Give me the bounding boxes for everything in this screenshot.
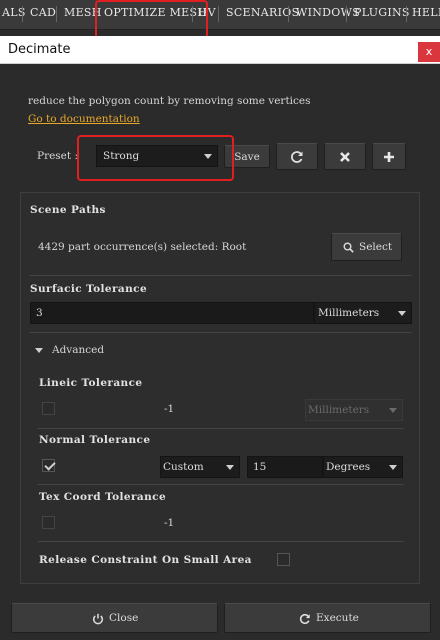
menu-bar: ALS CAD MESH OPTIMIZE MESH UV SCENARIOS … [0, 0, 440, 30]
refresh-icon [291, 151, 303, 163]
menu-item-plugins[interactable]: PLUGINS [354, 0, 410, 26]
normal-tolerance-heading: Normal Tolerance [39, 434, 151, 446]
divider [38, 541, 404, 542]
close-label: Close [109, 612, 139, 624]
chevron-down-icon [398, 311, 406, 316]
texcoord-tolerance-value: -1 [164, 517, 175, 529]
chevron-down-icon [204, 154, 212, 159]
menu-item-cad[interactable]: CAD [30, 0, 56, 26]
execute-label: Execute [316, 612, 359, 624]
surfacic-tolerance-heading: Surfacic Tolerance [30, 283, 148, 295]
close-button[interactable]: Close [11, 603, 218, 633]
preset-refresh-button[interactable] [276, 143, 318, 170]
lineic-unit-value: Millimeters [308, 404, 370, 416]
preset-value: Strong [103, 150, 140, 162]
release-constraint-checkbox[interactable] [277, 553, 290, 566]
refresh-icon [299, 613, 310, 625]
surfacic-tolerance-input[interactable]: 3 [30, 302, 314, 324]
delete-icon [340, 152, 350, 162]
expand-arrow-icon[interactable] [35, 348, 43, 353]
lineic-unit-dropdown[interactable]: Millimeters [305, 399, 403, 421]
select-button[interactable]: Select [331, 233, 402, 261]
save-label: Save [234, 151, 260, 163]
documentation-link[interactable]: Go to documentation [28, 113, 140, 125]
check-icon [44, 459, 56, 471]
menu-separator [406, 6, 407, 22]
preset-add-button[interactable] [372, 143, 406, 170]
divider [38, 428, 404, 429]
lineic-tolerance-heading: Lineic Tolerance [39, 377, 143, 389]
preset-save-button[interactable]: Save [224, 145, 270, 168]
menu-separator [192, 6, 193, 22]
menu-separator [288, 6, 289, 22]
lineic-tolerance-value: -1 [164, 403, 175, 415]
texcoord-tolerance-checkbox[interactable] [42, 516, 55, 529]
menu-item-uv[interactable]: UV [198, 0, 216, 26]
chevron-down-icon [226, 465, 234, 470]
menu-separator [218, 6, 219, 22]
tool-description: reduce the polygon count by removing som… [28, 95, 311, 107]
menu-separator [346, 6, 347, 22]
texcoord-tolerance-heading: Tex Coord Tolerance [39, 491, 167, 503]
advanced-toggle[interactable]: Advanced [52, 344, 104, 356]
divider [38, 484, 404, 485]
dialog-title: Decimate [8, 42, 71, 57]
preset-label: Preset : [37, 150, 78, 162]
scene-paths-heading: Scene Paths [30, 204, 106, 216]
menu-item-help[interactable]: HELP [412, 0, 440, 26]
lineic-tolerance-checkbox[interactable] [42, 402, 55, 415]
normal-unit-dropdown[interactable]: Degrees [323, 456, 403, 478]
menu-separator [22, 6, 23, 22]
add-icon [384, 152, 394, 162]
surfacic-unit-value: Millimeters [318, 307, 380, 319]
normal-unit-value: Degrees [326, 461, 371, 473]
select-label: Select [359, 241, 393, 253]
normal-tolerance-value: 15 [253, 461, 267, 473]
normal-tolerance-checkbox[interactable] [42, 459, 56, 472]
preset-delete-button[interactable] [324, 143, 366, 170]
dialog-close-button[interactable]: x [418, 42, 440, 62]
dialog-titlebar: Decimate [0, 36, 440, 64]
divider [30, 275, 412, 276]
execute-button[interactable]: Execute [224, 603, 431, 633]
menu-separator [96, 6, 97, 22]
preset-dropdown[interactable]: Strong [96, 145, 218, 167]
surfacic-unit-dropdown[interactable]: Millimeters [314, 302, 412, 324]
normal-mode-dropdown[interactable]: Custom [160, 456, 240, 478]
chevron-down-icon [389, 465, 397, 470]
power-icon [92, 613, 104, 625]
menu-item-windows[interactable]: WINDOWS [296, 0, 360, 26]
menu-separator [56, 6, 57, 22]
search-icon [343, 242, 354, 253]
selection-status: 4429 part occurrence(s) selected: Root [38, 241, 247, 253]
surfacic-tolerance-value: 3 [36, 307, 43, 319]
chevron-down-icon [389, 408, 397, 413]
normal-tolerance-input[interactable]: 15 [247, 456, 323, 478]
divider [30, 332, 412, 333]
release-constraint-label: Release Constraint On Small Area [39, 554, 252, 566]
normal-mode-value: Custom [163, 461, 204, 473]
